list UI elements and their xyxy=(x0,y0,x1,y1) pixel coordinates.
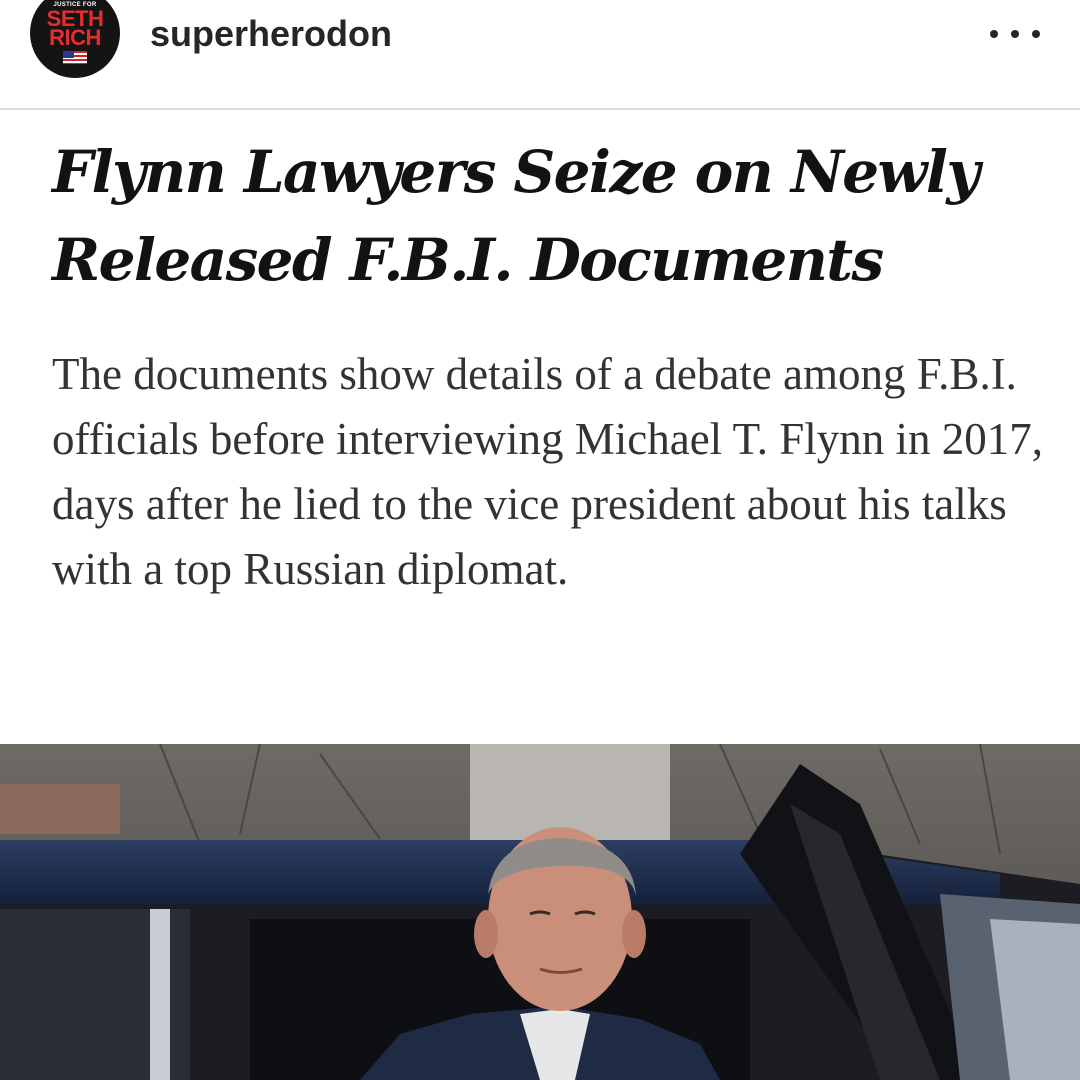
profile-avatar[interactable]: JUSTICE FOR SETH RICH xyxy=(30,0,120,78)
avatar-text-line2: RICH xyxy=(49,25,101,50)
more-options-icon[interactable] xyxy=(990,14,1040,54)
dot-icon xyxy=(1011,30,1019,38)
article-headline: Flynn Lawyers Seize on Newly Released F.… xyxy=(52,138,980,294)
us-flag-icon xyxy=(63,51,87,64)
post-header: JUSTICE FOR SETH RICH superherodon xyxy=(0,0,1080,110)
dot-icon xyxy=(1032,30,1040,38)
article-photo xyxy=(0,744,1080,1080)
username-link[interactable]: superherodon xyxy=(150,14,392,54)
photo-illustration xyxy=(0,744,1080,1080)
article-summary: The documents show details of a debate a… xyxy=(52,349,1044,594)
dot-icon xyxy=(990,30,998,38)
